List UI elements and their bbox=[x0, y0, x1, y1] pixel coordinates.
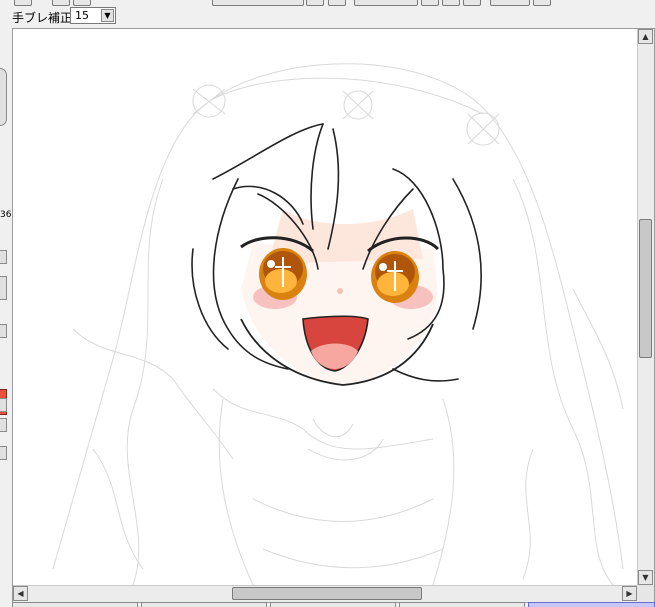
top-toolbar bbox=[0, 0, 655, 6]
document-tab[interactable] bbox=[12, 602, 138, 607]
toolbar-button[interactable] bbox=[442, 0, 460, 6]
panel-button[interactable] bbox=[0, 418, 7, 432]
drawing-canvas[interactable] bbox=[13, 29, 637, 586]
stabilizer-select[interactable]: 15 ▼ bbox=[70, 7, 116, 24]
vertical-scroll-thumb[interactable] bbox=[639, 219, 652, 358]
stabilizer-value: 15 bbox=[75, 9, 89, 22]
horizontal-scrollbar[interactable]: ◀ ▶ bbox=[13, 585, 637, 602]
scroll-left-icon[interactable]: ◀ bbox=[13, 586, 28, 601]
toolbar-button[interactable] bbox=[463, 0, 481, 6]
vertical-scrollbar[interactable]: ▲ ▼ bbox=[637, 29, 654, 585]
toolbar-button[interactable] bbox=[14, 0, 32, 6]
scroll-down-icon[interactable]: ▼ bbox=[638, 570, 653, 585]
toolbar-dropdown[interactable] bbox=[354, 0, 418, 6]
toolbar-button[interactable] bbox=[421, 0, 439, 6]
artwork-illustration bbox=[52, 63, 624, 586]
toolbar-dropdown[interactable] bbox=[212, 0, 304, 6]
scroll-right-icon[interactable]: ▶ bbox=[622, 586, 637, 601]
bottom-tab-strip bbox=[0, 602, 655, 607]
document-tab[interactable] bbox=[399, 602, 525, 607]
toolbar-button[interactable] bbox=[306, 0, 324, 6]
left-panel-edge: 36 bbox=[0, 28, 12, 607]
scroll-corner bbox=[637, 585, 654, 602]
panel-button[interactable] bbox=[0, 324, 7, 338]
stabilizer-label: 手ブレ補正 bbox=[12, 11, 73, 25]
panel-button[interactable] bbox=[0, 398, 7, 412]
scroll-up-icon[interactable]: ▲ bbox=[638, 29, 653, 44]
toolbar-button[interactable] bbox=[533, 0, 551, 6]
panel-button[interactable] bbox=[0, 446, 7, 460]
toolbar-button[interactable] bbox=[52, 0, 70, 6]
document-tab-active[interactable] bbox=[528, 602, 655, 607]
chevron-down-icon[interactable]: ▼ bbox=[101, 9, 114, 22]
stabilizer-row: 手ブレ補正 15 ▼ bbox=[0, 7, 655, 27]
toolbar-button[interactable] bbox=[328, 0, 346, 6]
toolbar-field[interactable] bbox=[490, 0, 530, 6]
horizontal-scroll-thumb[interactable] bbox=[232, 587, 422, 600]
document-tab[interactable] bbox=[141, 602, 267, 607]
panel-button[interactable] bbox=[0, 276, 7, 300]
panel-value: 36 bbox=[0, 210, 12, 220]
document-tab[interactable] bbox=[270, 602, 396, 607]
toolbar-button[interactable] bbox=[73, 0, 91, 6]
panel-button[interactable] bbox=[0, 250, 7, 264]
canvas-window: ▲ ▼ ◀ ▶ bbox=[12, 28, 655, 603]
panel-widget[interactable] bbox=[0, 68, 7, 126]
